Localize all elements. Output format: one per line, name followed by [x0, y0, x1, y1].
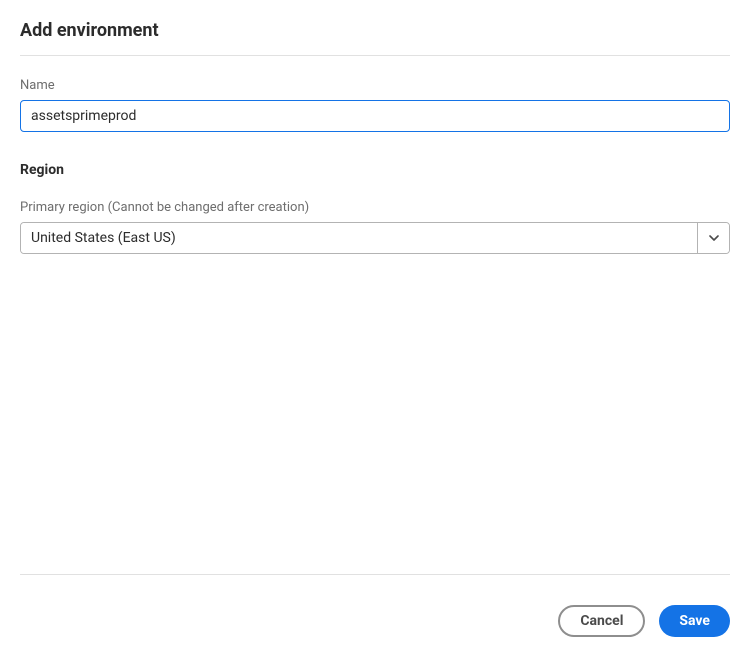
button-row: Cancel Save: [20, 605, 730, 637]
save-button[interactable]: Save: [659, 605, 730, 637]
primary-region-select[interactable]: United States (East US): [20, 222, 730, 254]
header-divider: [20, 55, 730, 56]
dialog-footer: Cancel Save: [20, 574, 730, 637]
region-help-text: Primary region (Cannot be changed after …: [20, 200, 730, 215]
region-heading: Region: [20, 162, 730, 178]
cancel-button[interactable]: Cancel: [558, 605, 645, 637]
dialog-title: Add environment: [20, 20, 730, 41]
footer-divider: [20, 574, 730, 575]
primary-region-value[interactable]: United States (East US): [21, 223, 697, 253]
name-input[interactable]: [20, 100, 730, 132]
chevron-down-icon: [709, 235, 719, 241]
name-label: Name: [20, 78, 730, 93]
primary-region-trigger[interactable]: [697, 223, 729, 253]
